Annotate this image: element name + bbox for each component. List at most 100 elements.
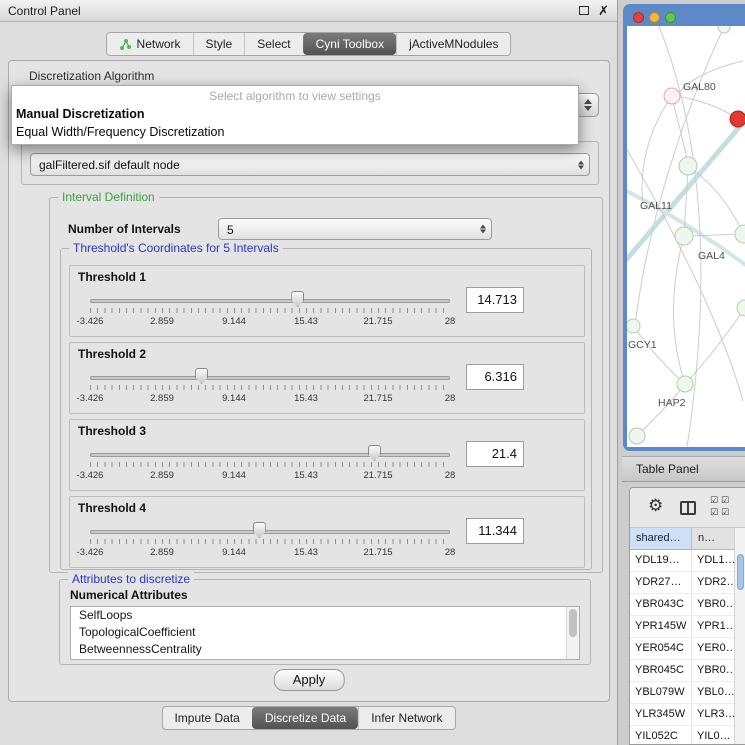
table-row[interactable]: YBR045CYBR0… bbox=[630, 660, 734, 682]
thresholds-group: Threshold's Coordinates for 5 Intervals … bbox=[60, 248, 592, 570]
table-cell[interactable]: YLR345W bbox=[630, 704, 692, 725]
close-traffic-light[interactable] bbox=[633, 12, 644, 23]
dropdown-option-equal-width[interactable]: Equal Width/Frequency Discretization bbox=[12, 123, 578, 141]
tick-label: 15.43 bbox=[294, 547, 318, 558]
table-cell[interactable]: YDL1… bbox=[692, 550, 734, 571]
table-cell[interactable]: YDR2… bbox=[692, 572, 734, 593]
tab-infer-network[interactable]: Infer Network bbox=[358, 707, 454, 729]
node[interactable] bbox=[718, 26, 730, 33]
tick-label: 9.144 bbox=[222, 316, 246, 327]
node-hap2[interactable] bbox=[677, 376, 693, 392]
tab-cyni-toolbox[interactable]: Cyni Toolbox bbox=[303, 33, 396, 55]
dropdown-option-manual[interactable]: Manual Discretization bbox=[12, 105, 578, 123]
list-item[interactable]: SelfLoops bbox=[71, 607, 579, 624]
node[interactable] bbox=[679, 157, 697, 175]
table-row[interactable]: YER054CYER0… bbox=[630, 638, 734, 660]
cyni-toolbox-panel: Discretization Algorithm Select algorith… bbox=[8, 60, 610, 702]
checkbox-icon[interactable]: ☑ bbox=[710, 506, 721, 518]
checkbox-icon[interactable]: ☑ bbox=[710, 494, 721, 506]
table-cell[interactable]: YLR3… bbox=[692, 704, 734, 725]
node-gal4[interactable] bbox=[675, 227, 693, 245]
tab-jactivemnodules[interactable]: jActiveMNodules bbox=[396, 33, 510, 55]
checkbox-icon[interactable]: ☑ bbox=[721, 494, 732, 506]
node[interactable] bbox=[629, 428, 645, 444]
table-row[interactable]: YIL052CYIL0… bbox=[630, 726, 734, 744]
tab-style[interactable]: Style bbox=[193, 33, 245, 55]
close-icon[interactable]: ✗ bbox=[598, 2, 609, 20]
table-cell[interactable]: YBR043C bbox=[630, 594, 692, 615]
table-data-combo[interactable]: galFiltered.sif default node bbox=[30, 153, 590, 176]
zoom-traffic-light[interactable] bbox=[665, 12, 676, 23]
minimize-traffic-light[interactable] bbox=[649, 12, 660, 23]
tab-network[interactable]: Network bbox=[107, 33, 193, 55]
scrollbar-thumb[interactable] bbox=[569, 609, 577, 637]
list-item[interactable]: TopologicalCoefficient bbox=[71, 624, 579, 641]
table-cell[interactable]: YER0… bbox=[692, 638, 734, 659]
table-cell[interactable]: YBL0… bbox=[692, 682, 734, 703]
table-row[interactable]: YDR27…YDR2… bbox=[630, 572, 734, 594]
threshold-slider[interactable]: -3.426 2.859 9.144 15.43 21.715 28 bbox=[90, 521, 450, 567]
slider-track[interactable] bbox=[90, 453, 450, 457]
table-cell[interactable]: YBL079W bbox=[630, 682, 692, 703]
tab-impute-data[interactable]: Impute Data bbox=[162, 707, 251, 729]
checkbox-icon[interactable]: ☑ bbox=[721, 506, 732, 518]
tick-label: 2.859 bbox=[150, 393, 174, 404]
table-cell[interactable]: YBR0… bbox=[692, 594, 734, 615]
table-panel-window: ⚙ ☑ ☑ ☑ ☑ shared… n… YDL19…YDL1… YDR27…Y… bbox=[629, 487, 745, 745]
node[interactable] bbox=[737, 300, 745, 316]
slider-thumb[interactable] bbox=[253, 522, 266, 538]
table-row[interactable]: YLR345WYLR3… bbox=[630, 704, 734, 726]
number-of-intervals-combo[interactable]: 5 bbox=[218, 218, 492, 240]
threshold-slider[interactable]: -3.426 2.859 9.144 15.43 21.715 28 bbox=[90, 290, 450, 336]
slider-thumb[interactable] bbox=[195, 368, 208, 384]
table-cell[interactable]: YDL19… bbox=[630, 550, 692, 571]
select-rows-icons[interactable]: ☑ ☑ ☑ ☑ bbox=[710, 494, 732, 518]
node-selected-red[interactable] bbox=[730, 111, 745, 127]
table-row[interactable]: YDL19…YDL1… bbox=[630, 550, 734, 572]
tick-label: -3.426 bbox=[77, 393, 104, 404]
table-row[interactable]: YPR145WYPR1… bbox=[630, 616, 734, 638]
apply-button[interactable]: Apply bbox=[274, 669, 345, 691]
node-gal80[interactable] bbox=[664, 88, 680, 104]
tick-label: 9.144 bbox=[222, 470, 246, 481]
float-window-icon[interactable] bbox=[579, 6, 589, 15]
columns-icon[interactable] bbox=[680, 501, 696, 515]
table-cell[interactable]: YIL0… bbox=[692, 726, 734, 744]
scrollbar-thumb[interactable] bbox=[737, 554, 744, 590]
network-graph: GAL80 GAL11 GAL4 GCY1 HAP2 bbox=[627, 26, 745, 447]
slider-thumb[interactable] bbox=[291, 291, 304, 307]
table-cell[interactable]: YDR27… bbox=[630, 572, 692, 593]
threshold-value-field[interactable]: 6.316 bbox=[466, 364, 524, 390]
slider-track[interactable] bbox=[90, 530, 450, 534]
table-data-group: Table Data galFiltered.sif default node bbox=[21, 141, 599, 185]
threshold-value-field[interactable]: 11.344 bbox=[466, 518, 524, 544]
node-gcy1[interactable] bbox=[627, 319, 640, 333]
threshold-value-field[interactable]: 14.713 bbox=[466, 287, 524, 313]
tick-label: 21.715 bbox=[363, 316, 392, 327]
slider-track[interactable] bbox=[90, 376, 450, 380]
table-scrollbar[interactable] bbox=[734, 528, 745, 744]
tab-discretize-data[interactable]: Discretize Data bbox=[252, 707, 358, 729]
threshold-value-field[interactable]: 21.4 bbox=[466, 441, 524, 467]
slider-track[interactable] bbox=[90, 299, 450, 303]
network-canvas[interactable]: GAL80 GAL11 GAL4 GCY1 HAP2 bbox=[627, 26, 745, 447]
table-cell[interactable]: YPR1… bbox=[692, 616, 734, 637]
slider-thumb[interactable] bbox=[368, 445, 381, 461]
table-row[interactable]: YBL079WYBL0… bbox=[630, 682, 734, 704]
gear-icon[interactable]: ⚙ bbox=[648, 496, 663, 516]
node[interactable] bbox=[735, 225, 745, 243]
table-row[interactable]: YBR043CYBR0… bbox=[630, 594, 734, 616]
threshold-slider[interactable]: -3.426 2.859 9.144 15.43 21.715 28 bbox=[90, 444, 450, 490]
list-item[interactable]: BetweennessCentrality bbox=[71, 641, 579, 658]
tab-select[interactable]: Select bbox=[244, 33, 302, 55]
table-cell[interactable]: YIL052C bbox=[630, 726, 692, 744]
table-cell[interactable]: YBR045C bbox=[630, 660, 692, 681]
column-header-shared-name[interactable]: shared… bbox=[630, 528, 692, 550]
table-cell[interactable]: YER054C bbox=[630, 638, 692, 659]
table-cell[interactable]: YPR145W bbox=[630, 616, 692, 637]
attributes-scrollbar[interactable] bbox=[566, 607, 579, 659]
slider-ticks bbox=[90, 385, 450, 390]
network-node-labels: GAL80 GAL11 GAL4 GCY1 HAP2 bbox=[628, 81, 725, 409]
threshold-slider[interactable]: -3.426 2.859 9.144 15.43 21.715 28 bbox=[90, 367, 450, 413]
table-cell[interactable]: YBR0… bbox=[692, 660, 734, 681]
